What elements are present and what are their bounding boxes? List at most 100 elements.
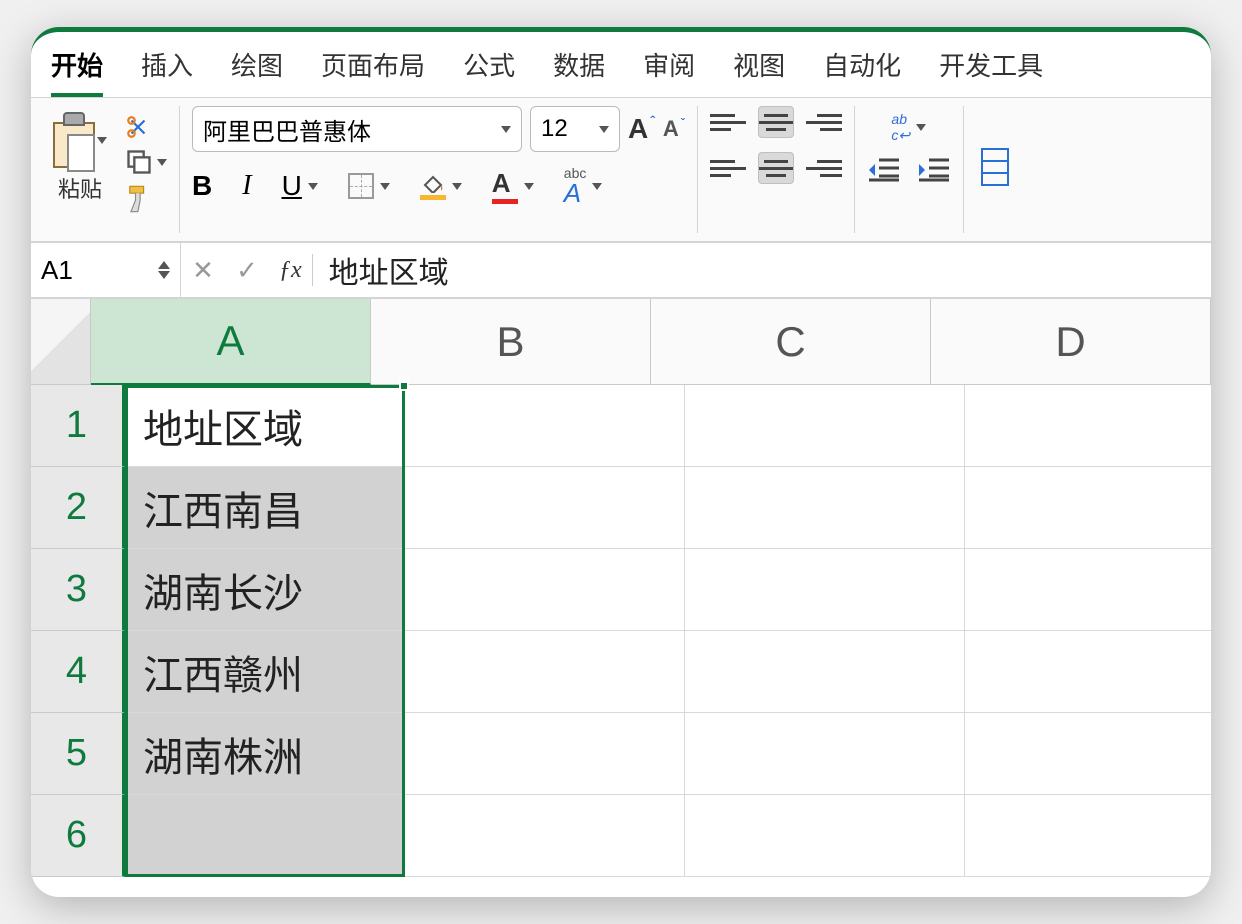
merge-cells-icon[interactable] bbox=[980, 147, 1010, 192]
chevron-down-icon bbox=[599, 126, 609, 133]
cell-D1[interactable] bbox=[965, 385, 1211, 467]
decrease-indent-button[interactable] bbox=[867, 156, 901, 184]
increase-indent-button[interactable] bbox=[917, 156, 951, 184]
underline-button[interactable]: U bbox=[282, 170, 318, 202]
cell-A6[interactable] bbox=[125, 795, 405, 877]
column-header-B[interactable]: B bbox=[371, 299, 651, 385]
cell-B3[interactable] bbox=[405, 549, 685, 631]
decrease-font-button[interactable]: Aˇ bbox=[663, 116, 685, 142]
name-box[interactable]: A1 bbox=[31, 243, 181, 297]
row-header-3[interactable]: 3 bbox=[31, 549, 125, 631]
copy-dropdown-icon[interactable] bbox=[157, 159, 167, 166]
align-right-button[interactable] bbox=[806, 152, 842, 184]
cell-reference: A1 bbox=[41, 255, 73, 286]
chevron-down-icon bbox=[308, 183, 318, 190]
cell-B1[interactable] bbox=[405, 385, 685, 467]
column-header-C[interactable]: C bbox=[651, 299, 931, 385]
fill-icon bbox=[420, 173, 446, 193]
cut-button[interactable] bbox=[125, 114, 167, 140]
tab-insert[interactable]: 插入 bbox=[141, 46, 193, 97]
ribbon-tabs: 开始 插入 绘图 页面布局 公式 数据 审阅 视图 自动化 开发工具 bbox=[31, 32, 1211, 98]
select-all-corner[interactable] bbox=[31, 299, 91, 385]
insert-function-button[interactable]: ƒx bbox=[269, 257, 312, 284]
tab-layout[interactable]: 页面布局 bbox=[321, 46, 425, 97]
font-color-button[interactable]: A bbox=[492, 168, 534, 204]
column-header-D[interactable]: D bbox=[931, 299, 1211, 385]
borders-button[interactable] bbox=[348, 173, 390, 199]
cell-B6[interactable] bbox=[405, 795, 685, 877]
paste-label: 粘贴 bbox=[58, 172, 102, 204]
column-headers: A B C D bbox=[91, 299, 1211, 385]
cell-C1[interactable] bbox=[685, 385, 965, 467]
cell-A1[interactable]: 地址区域 bbox=[125, 385, 405, 467]
cell-B4[interactable] bbox=[405, 631, 685, 713]
row-header-6[interactable]: 6 bbox=[31, 795, 125, 877]
row-header-5[interactable]: 5 bbox=[31, 713, 125, 795]
align-middle-button[interactable] bbox=[758, 106, 794, 138]
font-name-select[interactable]: 阿里巴巴普惠体 bbox=[192, 106, 522, 152]
row-headers: 1 2 3 4 5 6 bbox=[31, 385, 125, 877]
cell-C5[interactable] bbox=[685, 713, 965, 795]
tab-automation[interactable]: 自动化 bbox=[823, 46, 901, 97]
cell-D3[interactable] bbox=[965, 549, 1211, 631]
font-color-icon: A bbox=[492, 168, 518, 199]
align-center-button[interactable] bbox=[758, 152, 794, 184]
paste-dropdown-icon[interactable] bbox=[97, 137, 107, 144]
cell-C4[interactable] bbox=[685, 631, 965, 713]
italic-button[interactable]: I bbox=[242, 170, 251, 202]
cell-D6[interactable] bbox=[965, 795, 1211, 877]
font-group: 阿里巴巴普惠体 12 Aˆ Aˇ B I U bbox=[180, 106, 698, 233]
align-top-button[interactable] bbox=[710, 106, 746, 138]
stepper-up-icon[interactable] bbox=[158, 261, 170, 269]
tab-draw[interactable]: 绘图 bbox=[231, 46, 283, 97]
copy-button[interactable] bbox=[125, 148, 167, 176]
enter-formula-button[interactable]: ✓ bbox=[225, 255, 269, 286]
font-size-value: 12 bbox=[541, 115, 568, 143]
table-row bbox=[125, 795, 1211, 877]
phonetic-guide-button[interactable]: abcA bbox=[564, 166, 603, 206]
tab-home[interactable]: 开始 bbox=[51, 46, 103, 97]
fill-color-button[interactable] bbox=[420, 173, 462, 200]
cell-A4[interactable]: 江西赣州 bbox=[125, 631, 405, 713]
align-left-button[interactable] bbox=[710, 152, 746, 184]
font-size-select[interactable]: 12 bbox=[530, 106, 620, 152]
cell-B5[interactable] bbox=[405, 713, 685, 795]
cell-A2[interactable]: 江西南昌 bbox=[125, 467, 405, 549]
format-painter-button[interactable] bbox=[125, 184, 167, 214]
formula-input[interactable]: 地址区域 bbox=[313, 248, 1211, 292]
table-row: 江西南昌 bbox=[125, 467, 1211, 549]
cell-C3[interactable] bbox=[685, 549, 965, 631]
tab-view[interactable]: 视图 bbox=[733, 46, 785, 97]
align-bottom-button[interactable] bbox=[806, 106, 842, 138]
ribbon-toolbar: 粘贴 bbox=[31, 98, 1211, 243]
chevron-down-icon bbox=[524, 183, 534, 190]
tab-review[interactable]: 审阅 bbox=[643, 46, 695, 97]
spreadsheet-grid: A B C D 1 2 3 4 5 6 地址区域 bbox=[31, 299, 1211, 877]
paste-icon[interactable] bbox=[53, 112, 95, 168]
cell-D2[interactable] bbox=[965, 467, 1211, 549]
row-header-4[interactable]: 4 bbox=[31, 631, 125, 713]
column-header-A[interactable]: A bbox=[91, 299, 371, 385]
cell-C6[interactable] bbox=[685, 795, 965, 877]
tab-data[interactable]: 数据 bbox=[553, 46, 605, 97]
cell-C2[interactable] bbox=[685, 467, 965, 549]
close-icon: ✕ bbox=[192, 255, 214, 285]
cell-D4[interactable] bbox=[965, 631, 1211, 713]
cell-B2[interactable] bbox=[405, 467, 685, 549]
row-header-1[interactable]: 1 bbox=[31, 385, 125, 467]
tab-developer[interactable]: 开发工具 bbox=[939, 46, 1043, 97]
row-header-2[interactable]: 2 bbox=[31, 467, 125, 549]
selection-handle[interactable] bbox=[399, 381, 409, 391]
cell-A3[interactable]: 湖南长沙 bbox=[125, 549, 405, 631]
increase-font-button[interactable]: Aˆ bbox=[628, 113, 655, 145]
font-color-swatch bbox=[492, 199, 518, 204]
tab-formulas[interactable]: 公式 bbox=[463, 46, 515, 97]
cell-D5[interactable] bbox=[965, 713, 1211, 795]
stepper-down-icon[interactable] bbox=[158, 271, 170, 279]
bold-button[interactable]: B bbox=[192, 170, 212, 202]
wrap-text-button[interactable]: abc↩ bbox=[891, 112, 926, 142]
check-icon: ✓ bbox=[236, 255, 258, 285]
formula-bar: A1 ✕ ✓ ƒx 地址区域 bbox=[31, 243, 1211, 299]
cell-A5[interactable]: 湖南株洲 bbox=[125, 713, 405, 795]
cancel-formula-button[interactable]: ✕ bbox=[181, 255, 225, 286]
